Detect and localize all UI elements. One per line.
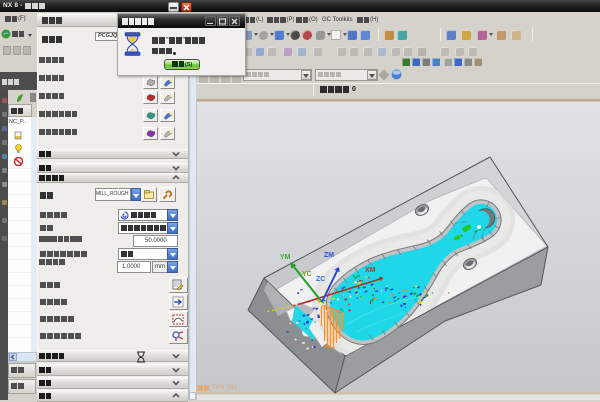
svg-text:ZM: ZM — [324, 252, 334, 259]
svg-text:ZC: ZC — [316, 276, 325, 283]
svg-text:XM: XM — [365, 267, 376, 274]
svg-text:YC: YC — [302, 271, 312, 278]
svg-text:YM: YM — [280, 254, 291, 261]
